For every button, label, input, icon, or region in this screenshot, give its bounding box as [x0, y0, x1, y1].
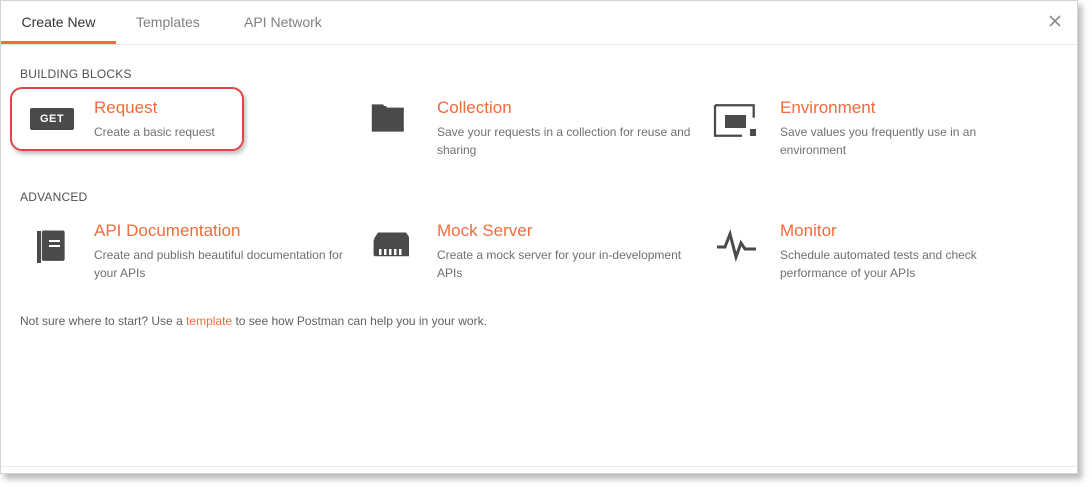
- template-link[interactable]: template: [186, 314, 232, 328]
- hint-text-before: Not sure where to start? Use a: [20, 314, 187, 328]
- monitor-card[interactable]: Monitor Schedule automated tests and che…: [706, 221, 1036, 291]
- get-badge-icon: GET: [20, 98, 74, 142]
- server-icon: [363, 221, 411, 265]
- monitor-title[interactable]: Monitor: [780, 221, 837, 241]
- tab-templates[interactable]: Templates: [136, 1, 200, 44]
- tab-create-new[interactable]: Create New: [1, 1, 116, 44]
- create-new-modal: Create New Templates API Network BUILDIN…: [0, 0, 1078, 474]
- hint-text-after: to see how Postman can help you in your …: [232, 314, 487, 328]
- close-icon[interactable]: [1047, 13, 1063, 29]
- collection-title[interactable]: Collection: [437, 98, 512, 118]
- document-icon: [20, 221, 66, 265]
- environment-description: Save values you frequently use in an env…: [780, 125, 977, 157]
- request-description: Create a basic request: [94, 125, 215, 139]
- tab-api-network[interactable]: API Network: [244, 1, 322, 44]
- get-badge: GET: [30, 108, 74, 130]
- footer-divider: [1, 466, 1077, 467]
- section-advanced: ADVANCED: [20, 190, 88, 204]
- monitor-description: Schedule automated tests and check perfo…: [780, 248, 977, 280]
- mock-server-title[interactable]: Mock Server: [437, 221, 532, 241]
- request-card[interactable]: GET Request Create a basic request: [20, 98, 350, 168]
- mock-server-description: Create a mock server for your in-develop…: [437, 248, 682, 280]
- api-documentation-card[interactable]: API Documentation Create and publish bea…: [20, 221, 350, 291]
- section-building-blocks: BUILDING BLOCKS: [20, 67, 132, 81]
- help-hint: Not sure where to start? Use a template …: [20, 314, 487, 328]
- environment-icon: [706, 98, 757, 142]
- api-documentation-description: Create and publish beautiful documentati…: [94, 248, 343, 280]
- request-title[interactable]: Request: [94, 98, 157, 118]
- collection-description: Save your requests in a collection for r…: [437, 125, 691, 157]
- tab-bar: Create New Templates API Network: [1, 1, 1077, 45]
- mock-server-card[interactable]: Mock Server Create a mock server for you…: [363, 221, 693, 291]
- environment-card[interactable]: Environment Save values you frequently u…: [706, 98, 1036, 168]
- collection-card[interactable]: Collection Save your requests in a colle…: [363, 98, 693, 168]
- api-documentation-title[interactable]: API Documentation: [94, 221, 240, 241]
- pulse-icon: [706, 221, 757, 265]
- environment-title[interactable]: Environment: [780, 98, 875, 118]
- folder-icon: [363, 98, 409, 142]
